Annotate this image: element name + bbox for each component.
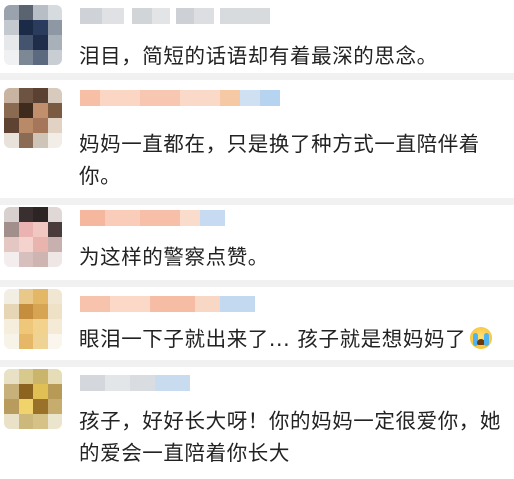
avatar[interactable] bbox=[4, 207, 62, 267]
username-blurred[interactable] bbox=[80, 210, 225, 226]
divider bbox=[0, 280, 514, 287]
crying-face-icon bbox=[470, 327, 493, 349]
username-blurred[interactable] bbox=[80, 296, 255, 312]
avatar[interactable] bbox=[4, 5, 62, 65]
comment-text: 为这样的警察点赞。 bbox=[79, 245, 269, 269]
avatar[interactable] bbox=[4, 289, 62, 349]
comment-item[interactable]: 眼泪一下子就出来了... 孩子就是想妈妈了 bbox=[0, 287, 514, 360]
comment-text-content: 眼泪一下子就出来了... 孩子就是想妈妈了 bbox=[79, 327, 467, 351]
comment-text: 眼泪一下子就出来了... 孩子就是想妈妈了 bbox=[79, 323, 509, 355]
comment-text: 孩子，好好长大呀！你的妈妈一定很爱你，她的爱会一直陪着你长大 bbox=[79, 409, 501, 465]
comment-item[interactable]: 为这样的警察点赞。 bbox=[0, 205, 514, 280]
username-blurred[interactable] bbox=[80, 90, 280, 106]
divider bbox=[0, 73, 514, 80]
comment-item[interactable]: 泪目，简短的话语却有着最深的思念。 bbox=[0, 0, 514, 73]
comment-list: 泪目，简短的话语却有着最深的思念。 妈妈一直都在，只是换了种方式一直陪伴着你。 … bbox=[0, 0, 514, 479]
avatar[interactable] bbox=[4, 88, 62, 148]
comment-text: 泪目，简短的话语却有着最深的思念。 bbox=[79, 44, 438, 68]
divider bbox=[0, 198, 514, 205]
comment-item[interactable]: 孩子，好好长大呀！你的妈妈一定很爱你，她的爱会一直陪着你长大 bbox=[0, 367, 514, 479]
comment-item[interactable]: 妈妈一直都在，只是换了种方式一直陪伴着你。 bbox=[0, 80, 514, 198]
username-blurred[interactable] bbox=[80, 375, 190, 391]
username-blurred[interactable] bbox=[80, 8, 270, 24]
avatar[interactable] bbox=[4, 369, 62, 429]
comment-text: 妈妈一直都在，只是换了种方式一直陪伴着你。 bbox=[79, 132, 480, 188]
divider bbox=[0, 360, 514, 367]
